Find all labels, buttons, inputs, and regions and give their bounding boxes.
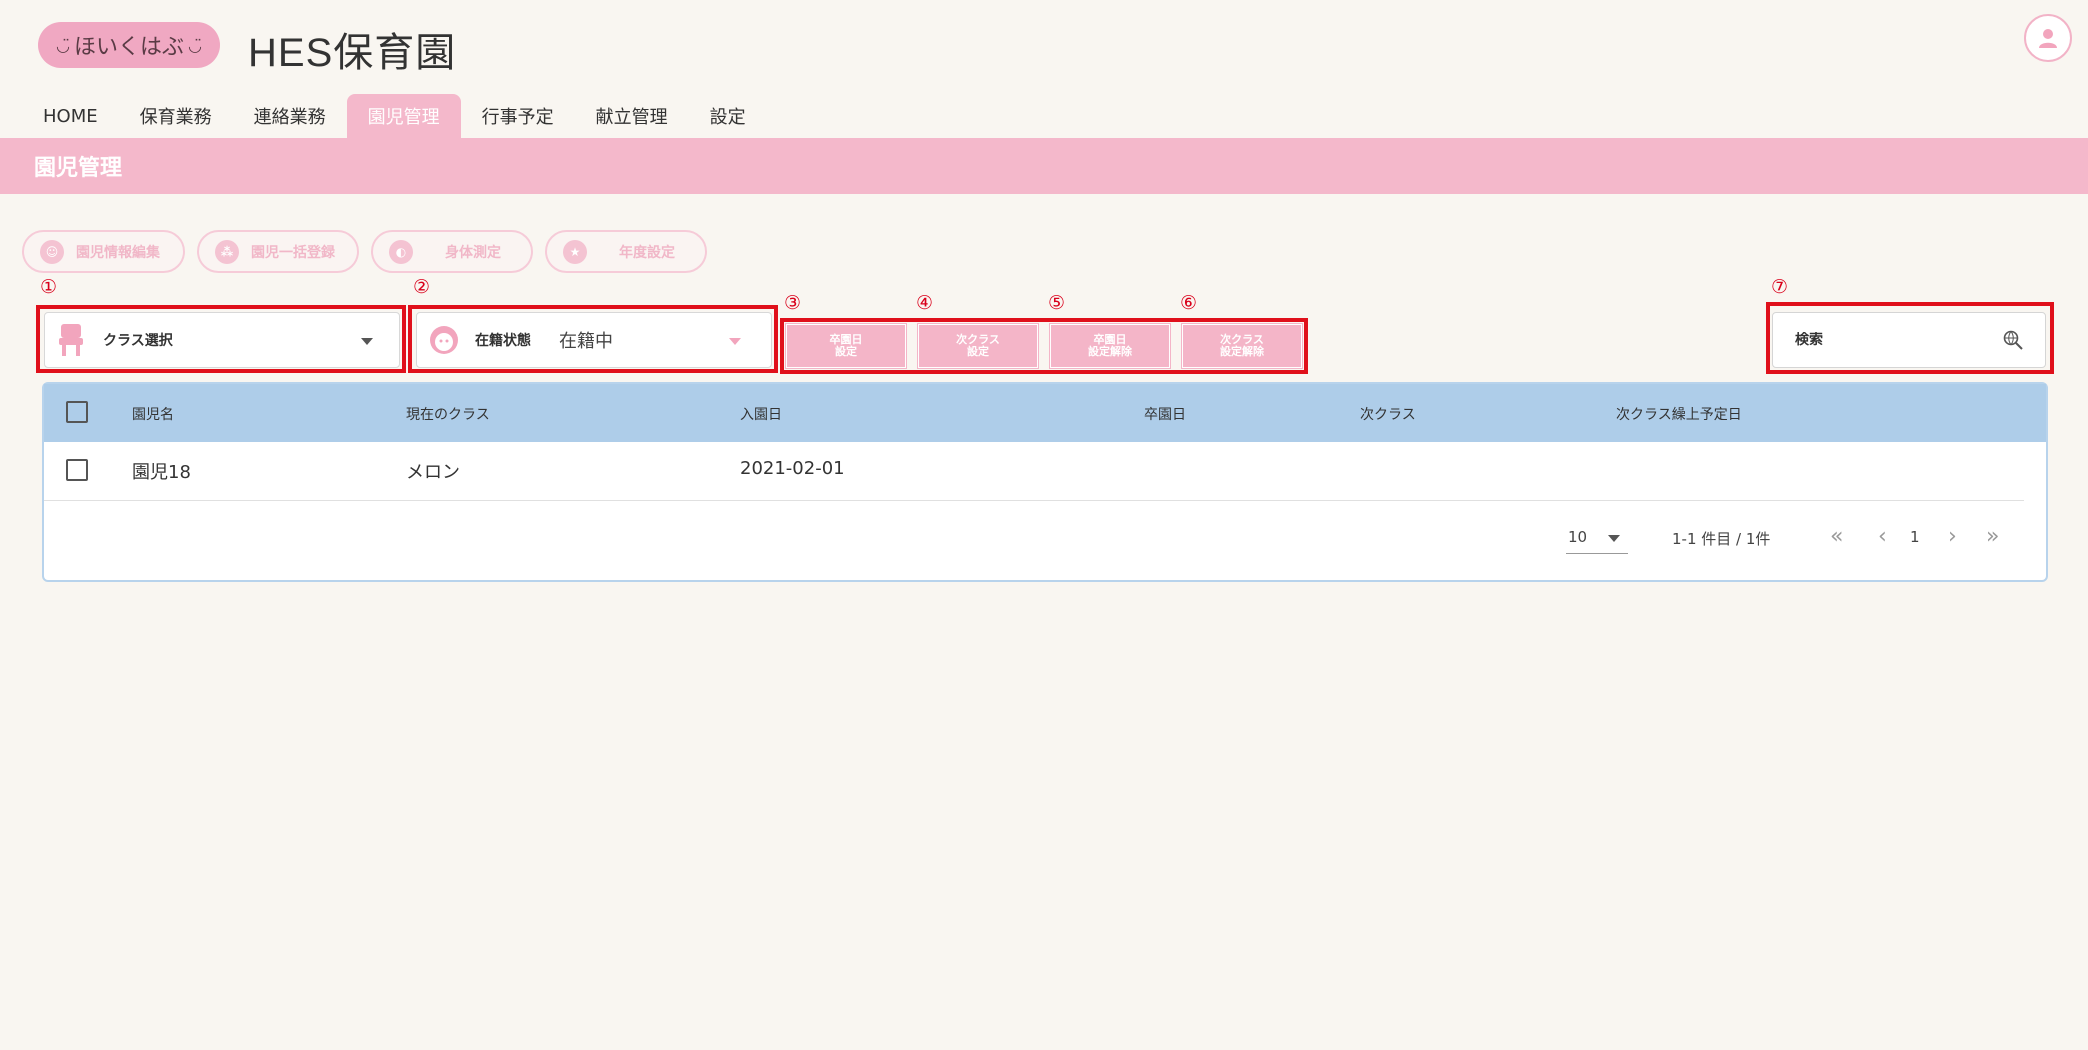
- marker-1: ①: [40, 276, 58, 298]
- edit-child-info-button[interactable]: ☺ 園児情報編集: [22, 230, 185, 273]
- column-header[interactable]: 次クラス繰上予定日: [1616, 404, 1742, 424]
- children-table: 園児名 現在のクラス 入園日 卒園日 次クラス 次クラス繰上予定日 園児18 メ…: [42, 382, 2048, 582]
- app-title: HES保育園: [248, 31, 457, 75]
- set-next-class-button[interactable]: 次クラス 設定: [917, 323, 1039, 369]
- tab-child-management[interactable]: 園児管理: [346, 94, 461, 138]
- button-label: 園児一括登録: [251, 244, 335, 261]
- smile-icon: ◡̈: [188, 35, 202, 55]
- page-title: 園児管理: [34, 156, 123, 181]
- select-all-checkbox[interactable]: [66, 401, 88, 423]
- column-header[interactable]: 園児名: [132, 404, 174, 424]
- marker-4: ④: [916, 292, 934, 314]
- first-page-icon[interactable]: «: [1830, 524, 1843, 549]
- search-input[interactable]: [1795, 332, 1975, 348]
- chair-icon: [59, 324, 83, 356]
- tab-menu-management[interactable]: 献立管理: [575, 94, 689, 138]
- star-icon: ★: [563, 239, 587, 264]
- group-icon: ⁂: [215, 239, 239, 264]
- marker-6: ⑥: [1180, 292, 1198, 314]
- marker-2: ②: [413, 276, 431, 298]
- last-page-icon[interactable]: »: [1986, 524, 1999, 549]
- enrollment-status-select[interactable]: 在籍状態 在籍中: [416, 312, 772, 368]
- chevron-down-icon: [729, 338, 741, 345]
- row-checkbox[interactable]: [66, 459, 88, 481]
- page-title-bar: 園児管理: [0, 138, 2088, 194]
- user-avatar-button[interactable]: [2024, 14, 2072, 62]
- class-select[interactable]: クラス選択: [44, 312, 400, 368]
- marker-7: ⑦: [1771, 276, 1789, 298]
- set-graduation-date-button[interactable]: 卒園日 設定: [785, 323, 907, 369]
- column-header[interactable]: 卒園日: [1144, 404, 1186, 424]
- table-row[interactable]: 園児18 メロン 2021-02-01: [44, 442, 2046, 500]
- child-name: 園児18: [132, 462, 191, 483]
- chevron-down-icon: [361, 338, 373, 345]
- button-label: 園児情報編集: [76, 244, 160, 261]
- marker-5: ⑤: [1048, 292, 1066, 314]
- status-label: 在籍状態: [475, 333, 531, 349]
- tab-settings[interactable]: 設定: [689, 94, 767, 138]
- fiscal-year-settings-button[interactable]: ★ 年度設定: [545, 230, 707, 273]
- column-header[interactable]: 入園日: [740, 404, 782, 424]
- marker-3: ③: [784, 292, 802, 314]
- child-face-icon: ☺: [40, 239, 64, 264]
- search-box: [1772, 312, 2046, 368]
- rows-per-page-value: 10: [1568, 528, 1588, 546]
- column-header[interactable]: 次クラス: [1360, 404, 1416, 424]
- class-select-label: クラス選択: [103, 333, 173, 349]
- tab-communication[interactable]: 連絡業務: [233, 94, 347, 138]
- body-measurement-button[interactable]: ◐ 身体測定: [371, 230, 533, 273]
- search-icon[interactable]: [2001, 328, 2025, 352]
- column-header[interactable]: 現在のクラス: [406, 404, 490, 424]
- user-icon: [2039, 29, 2057, 48]
- button-label: 年度設定: [619, 244, 675, 261]
- child-face-icon: [430, 326, 458, 354]
- bulk-register-button[interactable]: ⁂ 園児一括登録: [197, 230, 359, 273]
- previous-page-icon[interactable]: ‹: [1878, 524, 1887, 549]
- button-label: 身体測定: [445, 244, 501, 261]
- tab-home[interactable]: HOME: [22, 94, 119, 138]
- current-class: メロン: [406, 462, 460, 483]
- clear-graduation-date-button[interactable]: 卒園日 設定解除: [1049, 323, 1171, 369]
- measure-icon: ◐: [389, 239, 413, 264]
- smile-icon: ◡̈: [56, 35, 70, 55]
- tab-events[interactable]: 行事予定: [461, 94, 575, 138]
- pagination-range: 1-1 件目 / 1件: [1672, 530, 1771, 548]
- chevron-down-icon: [1608, 535, 1620, 542]
- rows-per-page-select[interactable]: 10: [1566, 520, 1628, 554]
- row-divider: [44, 500, 2024, 501]
- enrollment-date: 2021-02-01: [740, 458, 845, 479]
- clear-next-class-button[interactable]: 次クラス 設定解除: [1181, 323, 1303, 369]
- current-page[interactable]: 1: [1910, 528, 1920, 546]
- next-page-icon[interactable]: ›: [1948, 524, 1957, 549]
- app-logo[interactable]: ◡̈ ほいくはぶ ◡̈: [38, 22, 220, 68]
- status-value: 在籍中: [559, 331, 613, 352]
- main-nav: HOME 保育業務 連絡業務 園児管理 行事予定 献立管理 設定: [22, 94, 767, 138]
- logo-text: ほいくはぶ: [73, 35, 184, 60]
- tab-childcare-work[interactable]: 保育業務: [119, 94, 233, 138]
- table-header: 園児名 現在のクラス 入園日 卒園日 次クラス 次クラス繰上予定日: [44, 384, 2046, 442]
